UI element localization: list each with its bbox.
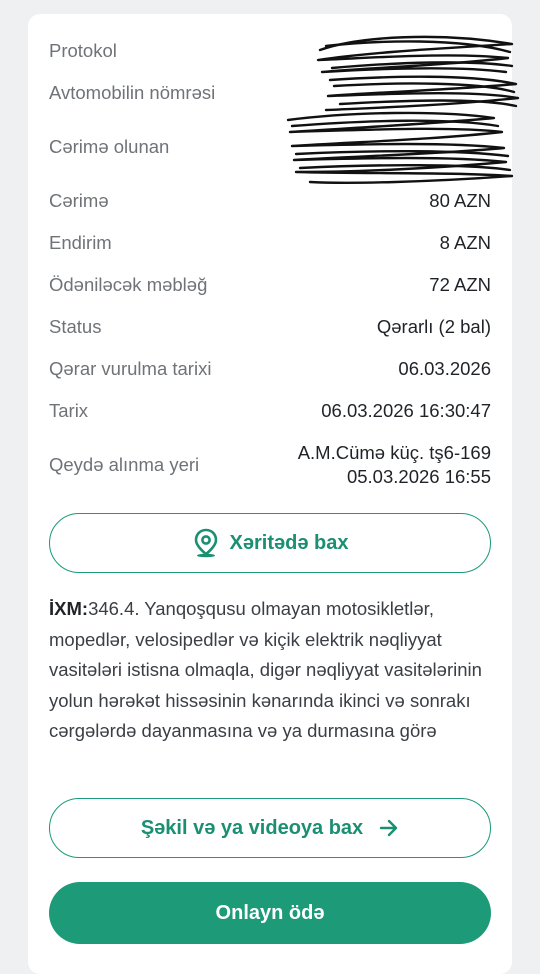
decision-date-row: Qərar vurulma tarixi 06.03.2026 (49, 356, 491, 382)
payable-label: Ödəniləcək məbləğ (49, 274, 208, 295)
view-media-button[interactable]: Şəkil və ya videoya bax (49, 798, 491, 858)
violation-description: İXM:346.4. Yanqoşqusu olmayan motosiklet… (49, 594, 499, 747)
date-label: Tarix (49, 400, 89, 421)
protocol-row: Protokol (49, 38, 491, 64)
location-timestamp: 05.03.2026 16:55 (346, 466, 491, 487)
payable-row: Ödəniləcək məbləğ 72 AZN (49, 272, 491, 298)
protocol-label: Protokol (49, 40, 117, 61)
discount-row: Endirim 8 AZN (49, 230, 491, 256)
pay-online-label: Onlayn ödə (215, 901, 325, 924)
decision-date-label: Qərar vurulma tarixi (49, 358, 212, 379)
arrow-right-icon (379, 819, 399, 837)
status-label: Status (49, 316, 102, 337)
plate-label: Avtomobilin nömrəsi (49, 82, 216, 103)
map-pin-icon (192, 528, 220, 558)
violation-code: İXM: (49, 598, 89, 619)
fined-person-row: Cərimə olunan (49, 134, 491, 160)
violation-text: 346.4. Yanqoşqusu olmayan motosikletlər,… (49, 598, 482, 741)
discount-value: 8 AZN (439, 232, 491, 253)
date-row: Tarix 06.03.2026 16:30:47 (49, 398, 491, 424)
location-label: Qeydə alınma yeri (49, 454, 200, 475)
location-address: A.M.Cümə küç. tş6-169 (297, 442, 491, 463)
location-row: Qeydə alınma yeri A.M.Cümə küç. tş6-169 … (49, 440, 491, 490)
fine-label: Cərimə (49, 190, 109, 211)
fined-person-label: Cərimə olunan (49, 136, 170, 157)
plate-row: Avtomobilin nömrəsi (49, 80, 491, 106)
view-on-map-label: Xəritədə bax (229, 531, 349, 554)
payable-value: 72 AZN (429, 274, 491, 295)
fine-row: Cərimə 80 AZN (49, 188, 491, 214)
location-value: A.M.Cümə küç. tş6-169 05.03.2026 16:55 (298, 441, 491, 489)
view-media-label: Şəkil və ya videoya bax (140, 816, 364, 839)
discount-label: Endirim (49, 232, 112, 253)
date-value: 06.03.2026 16:30:47 (321, 400, 491, 421)
fine-value: 80 AZN (429, 190, 491, 211)
status-row: Status Qərarlı (2 bal) (49, 314, 491, 340)
view-on-map-button[interactable]: Xəritədə bax (49, 513, 491, 573)
status-value: Qərarlı (2 bal) (376, 316, 491, 337)
decision-date-value: 06.03.2026 (398, 358, 491, 379)
pay-online-button[interactable]: Onlayn ödə (49, 882, 491, 944)
